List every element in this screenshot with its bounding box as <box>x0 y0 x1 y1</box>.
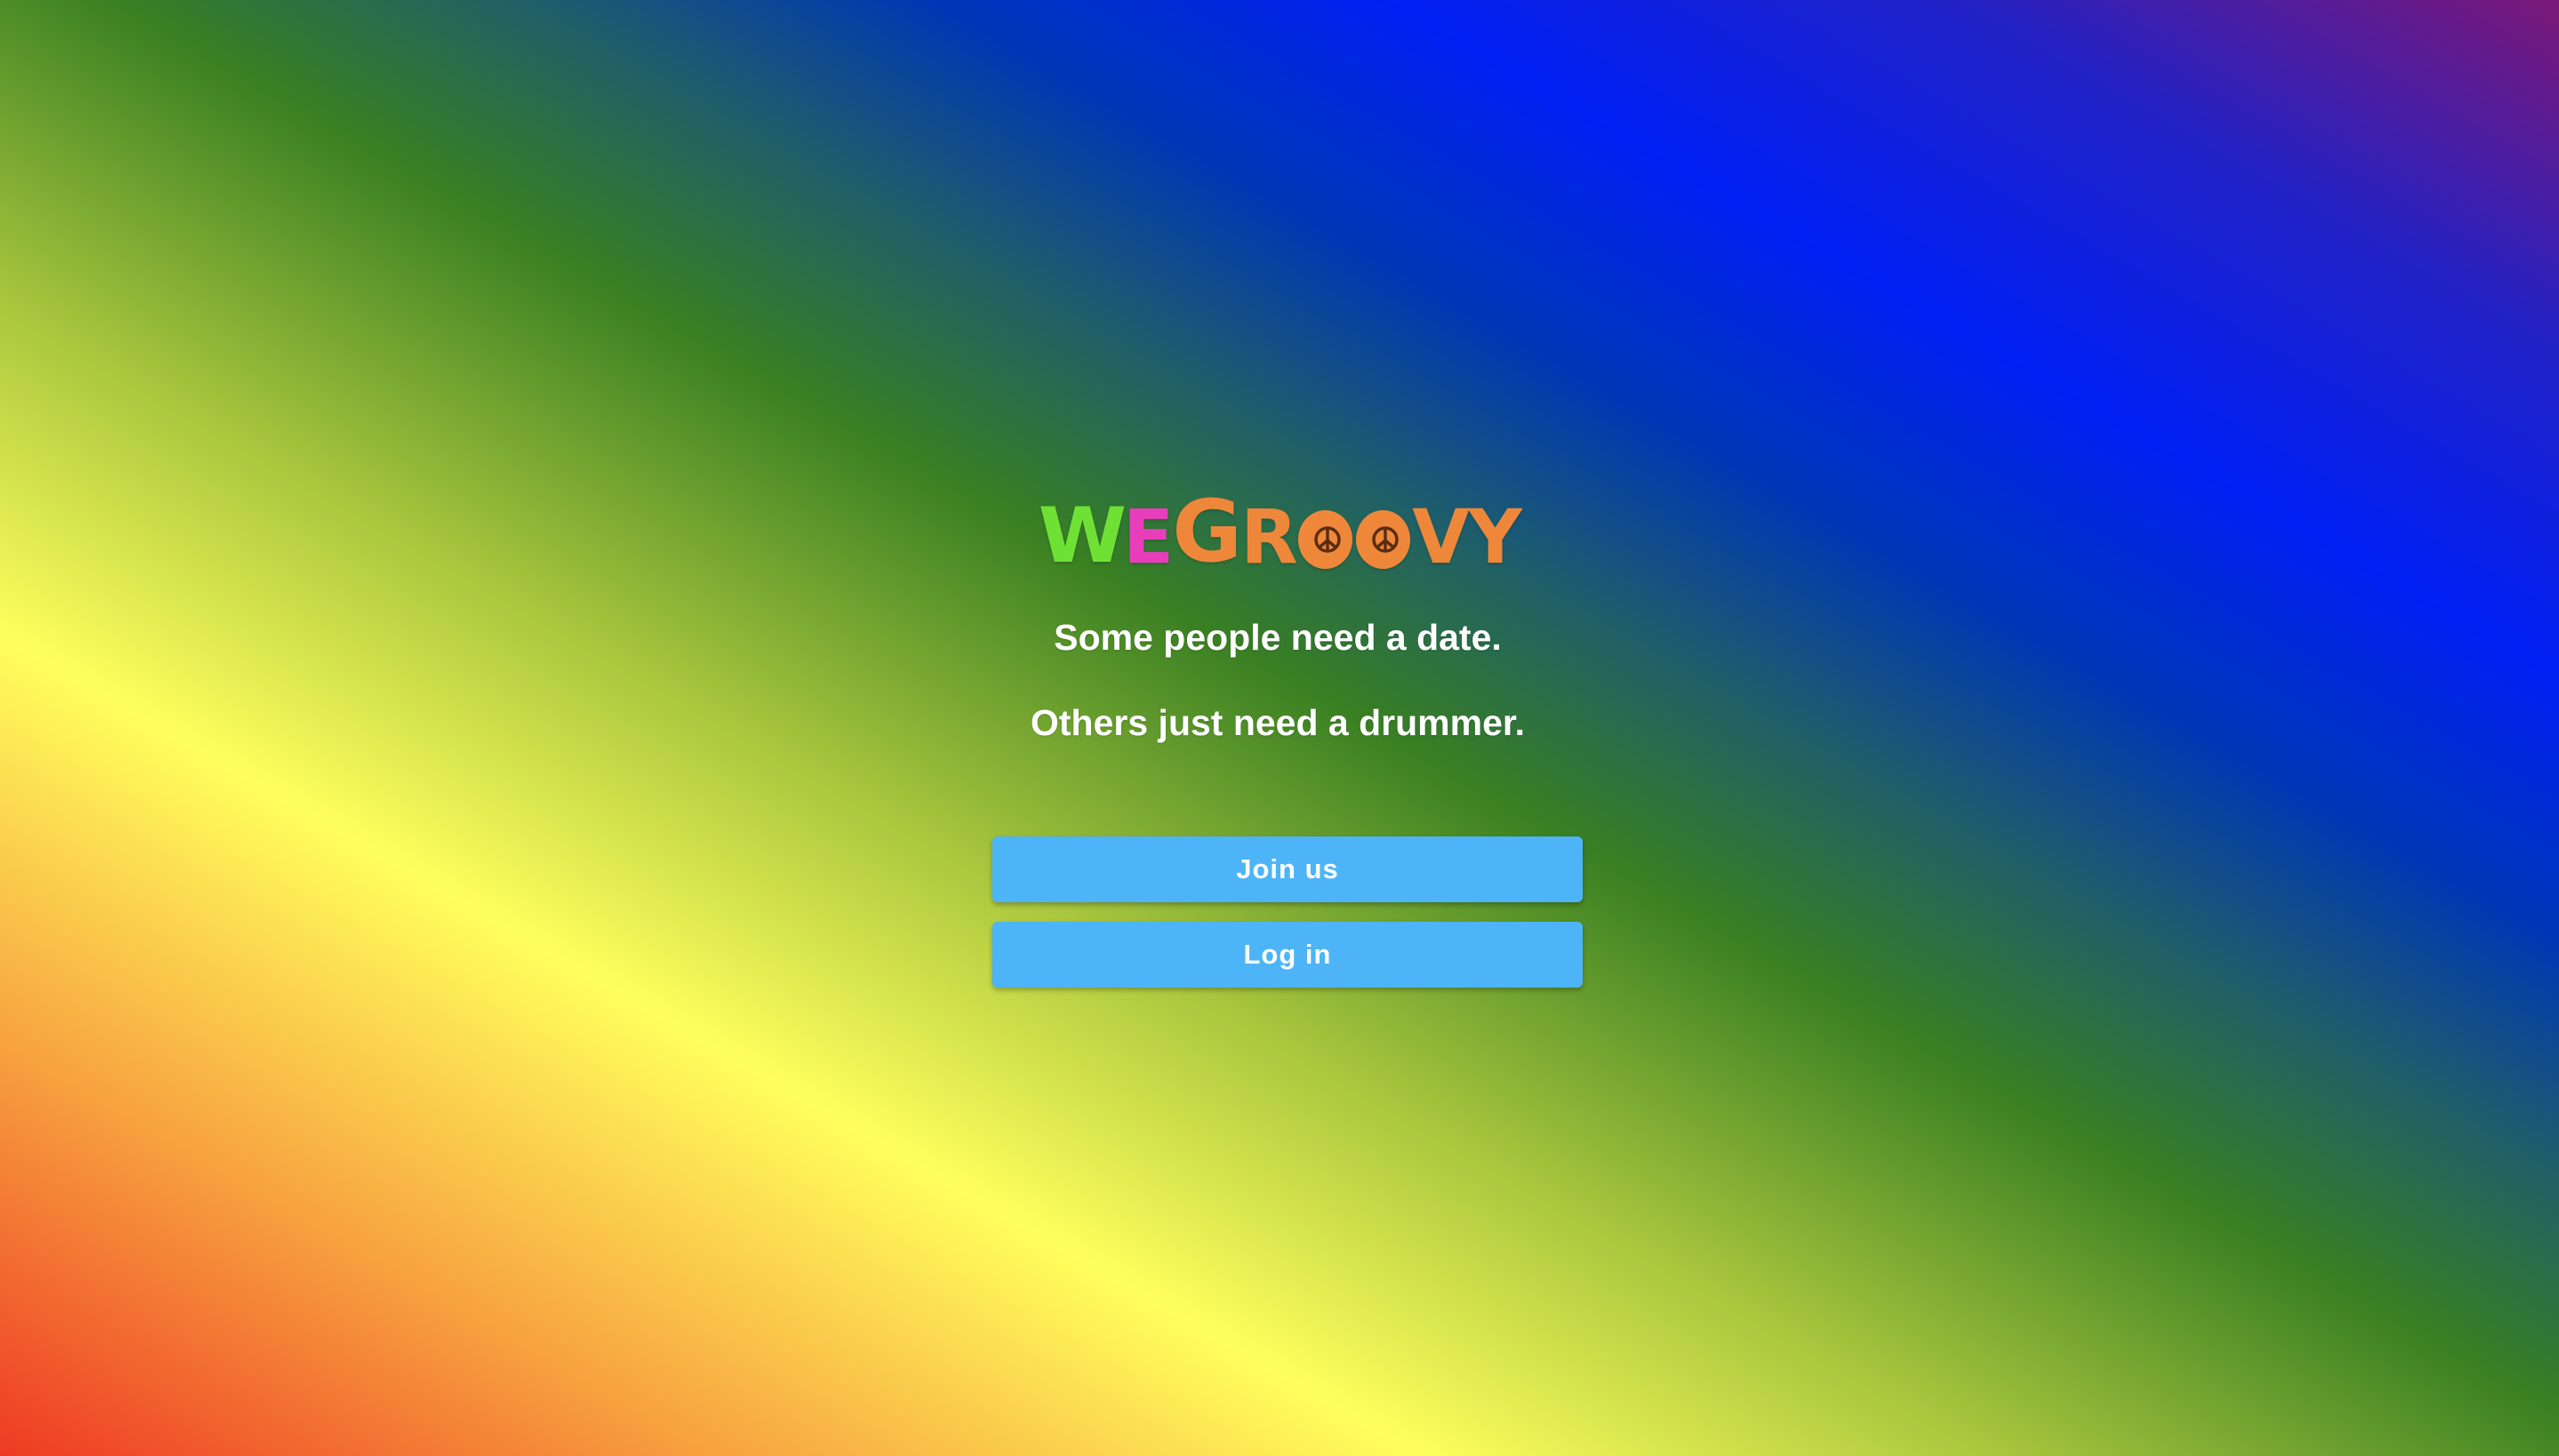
peace-symbol-icon <box>1314 526 1341 553</box>
tagline-line-1: Some people need a date. <box>1054 617 1502 658</box>
peace-sign-icon <box>1355 510 1411 569</box>
logo-letter-v: V <box>1412 493 1470 580</box>
tagline-line-2: Others just need a drummer. <box>1031 702 1525 743</box>
logo-letter-r: R <box>1240 493 1298 580</box>
peace-symbol-icon <box>1372 526 1399 553</box>
log-in-button[interactable]: Log in <box>992 922 1583 988</box>
peace-sign-icon <box>1297 510 1352 569</box>
logo-letter-g: G <box>1172 482 1242 581</box>
logo-letter-e: E <box>1122 493 1174 580</box>
landing-page: W E G R V Y Some people need a date. Oth… <box>0 0 2559 1456</box>
logo-letter-w: W <box>1038 492 1127 580</box>
join-us-button[interactable]: Join us <box>992 836 1583 902</box>
wegroovy-logo: W E G R V Y <box>1038 489 1522 580</box>
logo-letter-y: Y <box>1468 493 1522 580</box>
